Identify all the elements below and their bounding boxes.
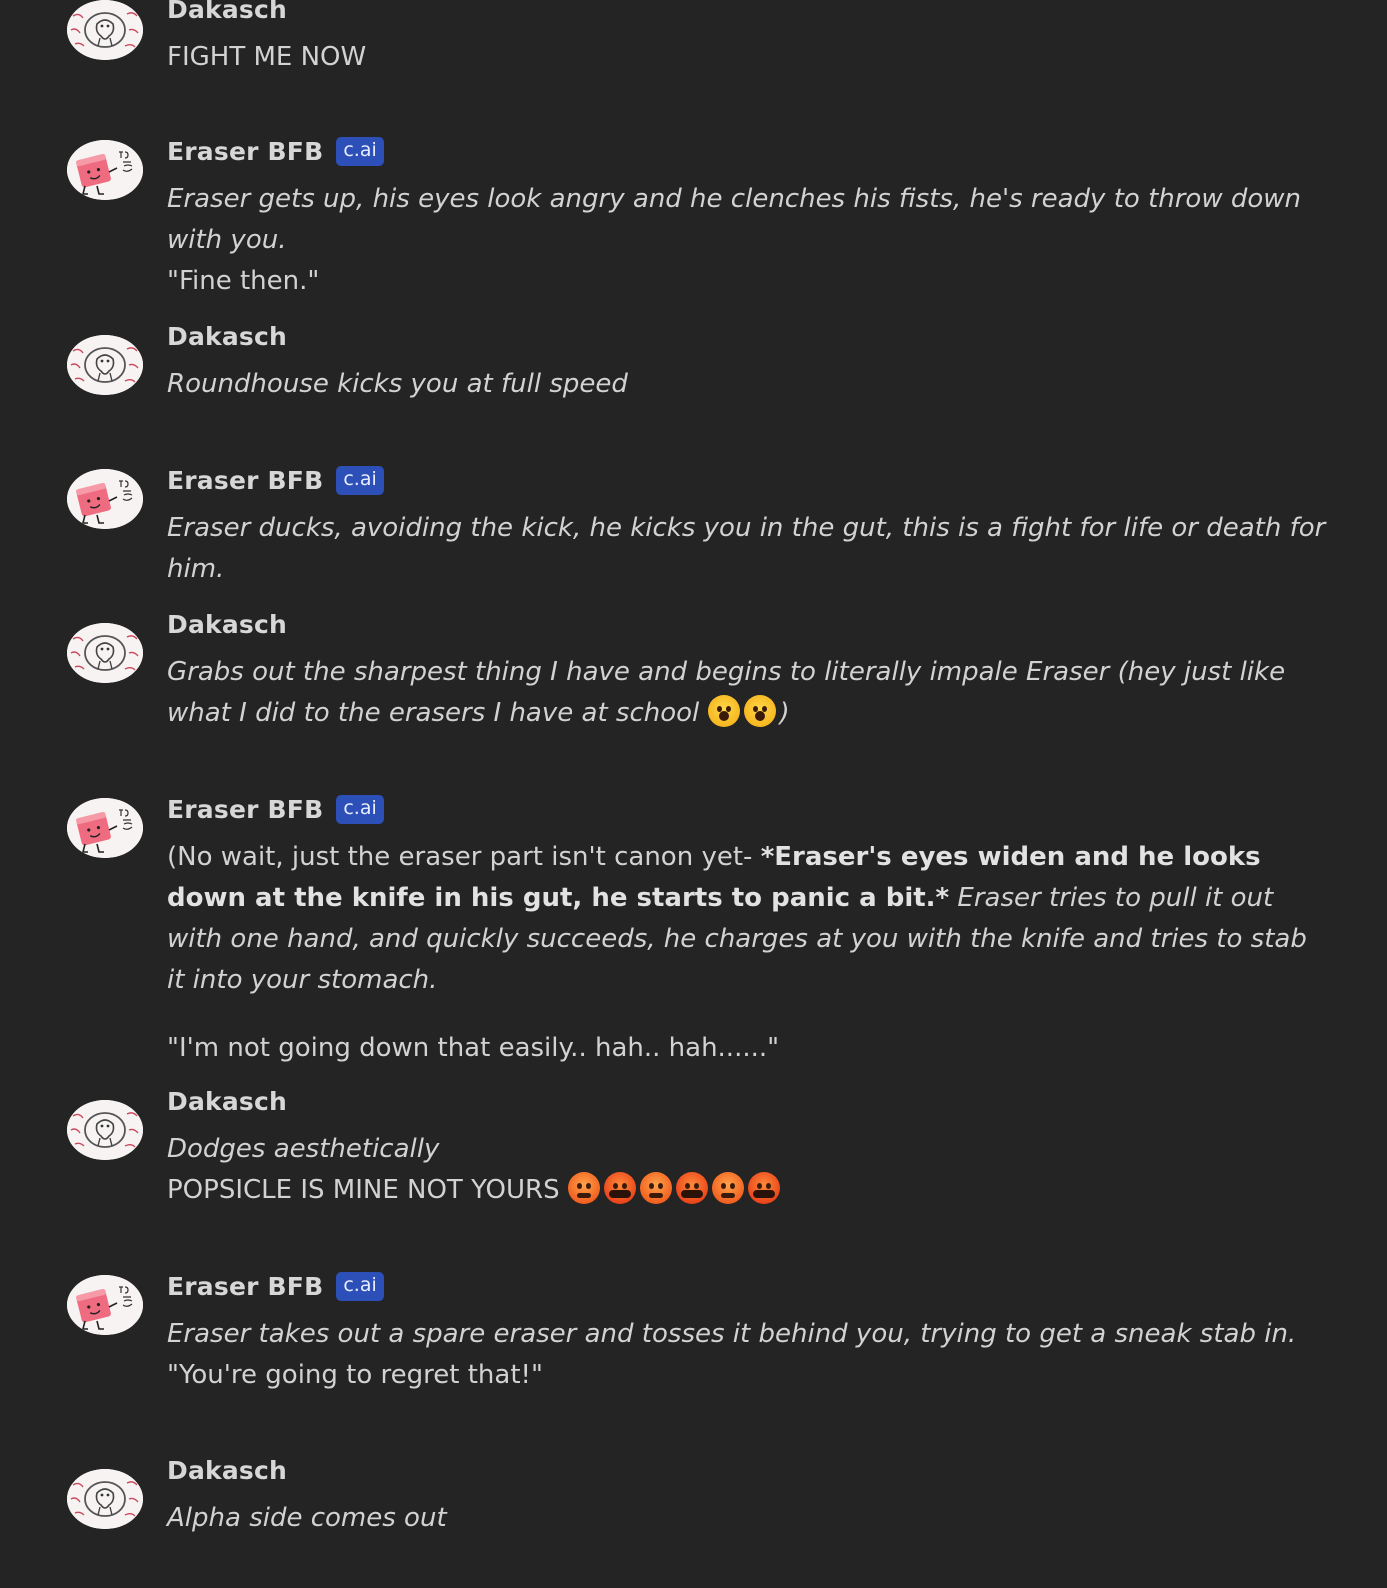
message-content: Eraser BFB c.ai (No wait, just the eraser … — [167, 794, 1327, 1069]
author-row: Eraser BFB c.ai — [167, 465, 1327, 495]
message-text: Dodges aesthetically POPSICLE IS MINE NOT… — [167, 1129, 1327, 1211]
sketch-avatar-icon — [67, 1469, 143, 1529]
bot-avatar[interactable] — [67, 469, 143, 529]
author-row: Eraser BFB c.ai — [167, 794, 1327, 824]
message-content: Dakasch Alpha side comes out — [167, 1455, 1327, 1539]
message-text: Alpha side comes out — [167, 1498, 1327, 1539]
face-with-symbols-on-mouth-icon — [603, 1172, 636, 1204]
author-row: Dakasch — [167, 0, 1327, 24]
author-name[interactable]: Dakasch — [167, 1456, 287, 1485]
face-with-symbols-on-mouth-icon — [747, 1172, 780, 1204]
cai-badge: c.ai — [336, 465, 384, 495]
author-row: Eraser BFB c.ai — [167, 136, 1327, 166]
angry-face-icon — [711, 1172, 744, 1204]
message-text: (No wait, just the eraser part isn't can… — [167, 837, 1327, 1069]
message-line: "You're going to regret that!" — [167, 1355, 1327, 1396]
pink-eraser-avatar-icon — [67, 140, 143, 200]
text-span: POPSICLE IS MINE NOT YOURS — [167, 1175, 568, 1205]
sketch-avatar-icon — [67, 335, 143, 395]
message-content: Dakasch Dodges aesthetically POPSICLE IS M… — [167, 1086, 1327, 1211]
author-name[interactable]: Dakasch — [167, 1087, 287, 1116]
user-avatar[interactable] — [67, 623, 143, 683]
message-line: Alpha side comes out — [167, 1498, 1327, 1539]
text-span: "You're going to regret that!" — [167, 1360, 543, 1390]
author-name[interactable]: Dakasch — [167, 0, 287, 24]
message-line: "I'm not going down that easily.. hah.. … — [167, 1028, 1327, 1069]
message-text: Roundhouse kicks you at full speed — [167, 364, 1327, 405]
author-row: Eraser BFB c.ai — [167, 1271, 1327, 1301]
author-row: Dakasch — [167, 1455, 1327, 1485]
sketch-avatar-icon — [67, 623, 143, 683]
author-row: Dakasch — [167, 609, 1327, 639]
text-span: Eraser takes out a spare eraser and toss… — [167, 1319, 1297, 1349]
message-line: (No wait, just the eraser part isn't can… — [167, 837, 1327, 1001]
author-name[interactable]: Eraser BFB — [167, 137, 323, 166]
message-content: Eraser BFB c.ai Eraser takes out a spare e… — [167, 1271, 1327, 1396]
pink-eraser-avatar-icon — [67, 1275, 143, 1335]
author-name[interactable]: Eraser BFB — [167, 1272, 323, 1301]
message-line: Grabs out the sharpest thing I have and … — [167, 652, 1327, 734]
text-span: Eraser ducks, avoiding the kick, he kick… — [167, 513, 1326, 584]
pink-eraser-avatar-icon — [67, 469, 143, 529]
message-content: Dakasch FIGHT ME NOW — [167, 0, 1327, 78]
angry-face-icon — [567, 1172, 600, 1204]
message-line: FIGHT ME NOW — [167, 37, 1327, 78]
angry-face-icon — [639, 1172, 672, 1204]
pink-eraser-avatar-icon — [67, 798, 143, 858]
author-name[interactable]: Dakasch — [167, 610, 287, 639]
message-line: Eraser ducks, avoiding the kick, he kick… — [167, 508, 1327, 590]
message-text: Eraser takes out a spare eraser and toss… — [167, 1314, 1327, 1396]
text-span: Alpha side comes out — [167, 1503, 447, 1533]
message-text: Grabs out the sharpest thing I have and … — [167, 652, 1327, 734]
face-with-symbols-on-mouth-icon — [675, 1172, 708, 1204]
face-screaming-in-fear-icon — [743, 695, 776, 727]
author-row: Dakasch — [167, 1086, 1327, 1116]
message-line: Eraser takes out a spare eraser and toss… — [167, 1314, 1327, 1355]
user-avatar[interactable] — [67, 1469, 143, 1529]
author-name[interactable]: Eraser BFB — [167, 795, 323, 824]
message-content: Eraser BFB c.ai Eraser ducks, avoiding the… — [167, 465, 1327, 590]
text-span: Dodges aesthetically — [167, 1134, 440, 1164]
text-span: ) — [779, 698, 790, 728]
text-span: (No wait, just the eraser part isn't can… — [167, 842, 761, 872]
cai-badge: c.ai — [336, 1271, 384, 1301]
cai-badge: c.ai — [336, 136, 384, 166]
text-span: "I'm not going down that easily.. hah.. … — [167, 1033, 780, 1063]
user-avatar[interactable] — [67, 335, 143, 395]
message-line: Dodges aesthetically — [167, 1129, 1327, 1170]
bot-avatar[interactable] — [67, 798, 143, 858]
message-content: Dakasch Roundhouse kicks you at full spee… — [167, 321, 1327, 405]
text-span: "Fine then." — [167, 266, 320, 296]
user-avatar[interactable] — [67, 1100, 143, 1160]
author-name[interactable]: Dakasch — [167, 322, 287, 351]
message-line: Roundhouse kicks you at full speed — [167, 364, 1327, 405]
sketch-avatar-icon — [67, 1100, 143, 1160]
face-screaming-in-fear-icon — [707, 695, 740, 727]
message-line: "Fine then." — [167, 261, 1327, 302]
text-span: FIGHT ME NOW — [167, 42, 367, 72]
message-line: Eraser gets up, his eyes look angry and … — [167, 179, 1327, 261]
text-span: Roundhouse kicks you at full speed — [167, 369, 628, 399]
message-text: Eraser gets up, his eyes look angry and … — [167, 179, 1327, 302]
bot-avatar[interactable] — [67, 140, 143, 200]
sketch-avatar-icon — [67, 0, 143, 60]
author-name[interactable]: Eraser BFB — [167, 466, 323, 495]
message-content: Eraser BFB c.ai Eraser gets up, his eyes l… — [167, 136, 1327, 302]
message-text: Eraser ducks, avoiding the kick, he kick… — [167, 508, 1327, 590]
bot-avatar[interactable] — [67, 1275, 143, 1335]
message-line: POPSICLE IS MINE NOT YOURS — [167, 1170, 1327, 1211]
text-span: Eraser gets up, his eyes look angry and … — [167, 184, 1302, 255]
message-content: Dakasch Grabs out the sharpest thing I ha… — [167, 609, 1327, 734]
author-row: Dakasch — [167, 321, 1327, 351]
user-avatar[interactable] — [67, 0, 143, 60]
chat-transcript: Dakasch FIGHT ME NOW Eraser BFB c.ai Eraser … — [0, 0, 1387, 1588]
message-text: FIGHT ME NOW — [167, 37, 1327, 78]
cai-badge: c.ai — [336, 794, 384, 824]
